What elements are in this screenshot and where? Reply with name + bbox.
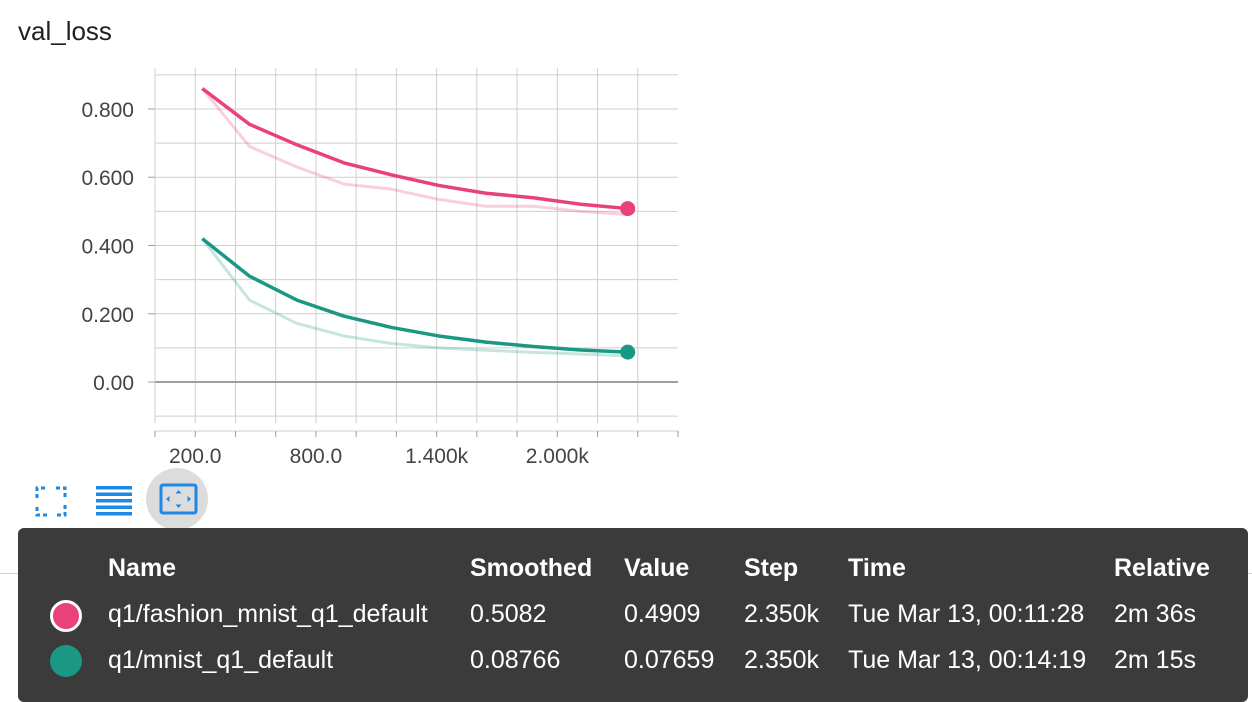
header-value: Value: [624, 554, 690, 582]
header-relative: Relative: [1114, 554, 1210, 582]
series-end-marker: [620, 344, 636, 360]
series-tooltip: Name Smoothed Value Step Time Relative q…: [18, 528, 1248, 702]
series-color-swatch: [50, 645, 82, 677]
fit-domain-button[interactable]: [146, 468, 208, 530]
smoothed-series-line: [201, 237, 628, 354]
raw-series-line: [201, 87, 628, 216]
step-value: 2.350k: [744, 600, 820, 628]
x-tick-label: 800.0: [290, 445, 343, 468]
header-time: Time: [848, 554, 906, 582]
fit-domain-icon: [159, 483, 198, 515]
header-smoothed: Smoothed: [470, 554, 593, 582]
smoothed-value: 0.08766: [470, 646, 561, 674]
val-loss-chart[interactable]: 0.00 0.200 0.400 0.600 0.800 200.0 800.0 1.400k…: [0, 0, 700, 475]
relative-value: 2m 15s: [1114, 646, 1196, 674]
raw-series-line: [201, 237, 628, 358]
y-tick-label: 0.600: [81, 167, 134, 190]
smoothed-value: 0.5082: [470, 600, 547, 628]
header-step: Step: [744, 554, 799, 582]
x-tick-label: 2.000k: [526, 445, 590, 468]
series-color-swatch: [50, 600, 82, 632]
series-end-marker: [620, 201, 636, 217]
time-value: Tue Mar 13, 00:11:28: [848, 600, 1085, 628]
y-tick-label: 0.00: [93, 372, 134, 395]
header-name: Name: [108, 554, 177, 582]
raw-value: 0.4909: [624, 600, 701, 628]
fullscreen-button[interactable]: [20, 468, 82, 530]
y-tick-label: 0.400: [81, 236, 134, 259]
series-name: q1/fashion_mnist_q1_default: [108, 600, 428, 628]
x-tick-label: 1.400k: [405, 445, 469, 468]
smoothed-series-line: [201, 87, 628, 211]
series-name: q1/mnist_q1_default: [108, 646, 334, 674]
raw-value: 0.07659: [624, 646, 715, 674]
toggle-log-scale-button[interactable]: [83, 468, 145, 530]
list-icon: [96, 486, 132, 516]
relative-value: 2m 36s: [1114, 600, 1196, 628]
fullscreen-icon: [35, 486, 67, 517]
time-value: Tue Mar 13, 00:14:19: [848, 646, 1087, 674]
y-tick-label: 0.200: [81, 304, 134, 327]
y-tick-label: 0.800: [81, 99, 134, 122]
x-tick-label: 200.0: [169, 445, 222, 468]
step-value: 2.350k: [744, 646, 820, 674]
